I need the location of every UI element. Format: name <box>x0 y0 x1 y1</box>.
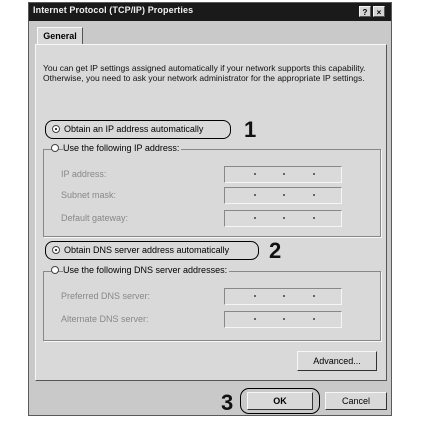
use-following-ip-radio[interactable] <box>51 144 59 152</box>
ok-button[interactable]: OK <box>247 392 313 410</box>
description-text: You can get IP settings assigned automat… <box>43 63 366 83</box>
default-gateway-input[interactable] <box>224 210 342 227</box>
help-button[interactable]: ? <box>359 6 371 17</box>
use-following-dns-radio[interactable] <box>51 266 59 274</box>
callout-number-2: 2 <box>269 238 282 263</box>
obtain-dns-auto-radio[interactable] <box>52 246 60 254</box>
obtain-ip-auto-radio[interactable] <box>52 125 60 133</box>
subnet-mask-label: Subnet mask: <box>61 190 117 200</box>
preferred-dns-label: Preferred DNS server: <box>61 291 151 301</box>
alternate-dns-label: Alternate DNS server: <box>61 314 149 324</box>
preferred-dns-input[interactable] <box>224 288 342 305</box>
cancel-button[interactable]: Cancel <box>325 392 387 410</box>
callout-number-1: 1 <box>244 117 257 142</box>
default-gateway-label: Default gateway: <box>61 213 129 223</box>
use-following-dns-label: Use the following DNS server addresses: <box>63 265 230 275</box>
ip-address-input[interactable] <box>224 166 342 183</box>
dns-settings-group <box>43 271 381 341</box>
title-bar[interactable]: Internet Protocol (TCP/IP) Properties ? … <box>29 3 391 21</box>
subnet-mask-input[interactable] <box>224 187 342 204</box>
ip-address-label: IP address: <box>61 169 107 179</box>
obtain-ip-auto-label: Obtain an IP address automatically <box>64 124 204 134</box>
obtain-dns-auto-label: Obtain DNS server address automatically <box>64 245 230 255</box>
tcpip-properties-dialog: Internet Protocol (TCP/IP) Properties ? … <box>28 2 392 416</box>
callout-number-3: 3 <box>221 390 234 415</box>
use-following-ip-label: Use the following IP address: <box>63 143 182 153</box>
tab-general[interactable]: General <box>37 27 83 45</box>
alternate-dns-input[interactable] <box>224 311 342 328</box>
advanced-button[interactable]: Advanced... <box>297 351 377 371</box>
window-title: Internet Protocol (TCP/IP) Properties <box>33 5 194 15</box>
close-button[interactable]: × <box>373 6 385 17</box>
